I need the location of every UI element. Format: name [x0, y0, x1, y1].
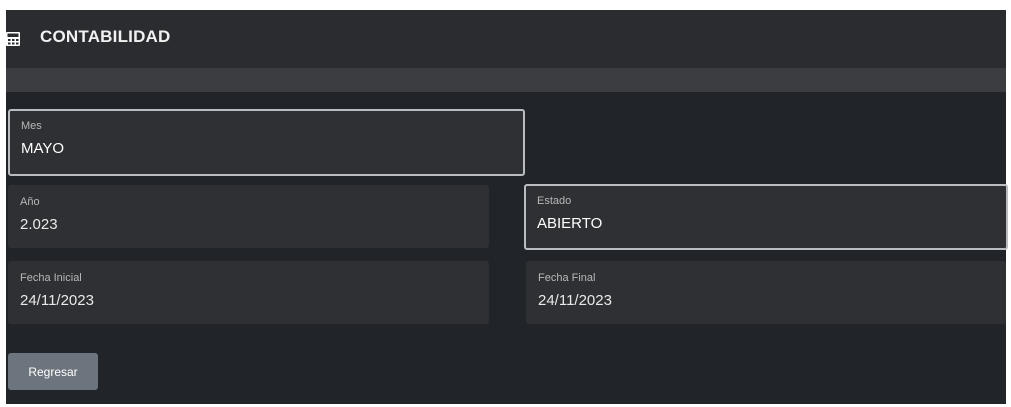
fecha-inicial-field[interactable]: Fecha Inicial 24/11/2023 [8, 261, 489, 324]
estado-value: ABIERTO [537, 215, 603, 232]
anio-field[interactable]: Año 2.023 [8, 185, 489, 248]
fecha-inicial-label: Fecha Inicial [20, 272, 82, 284]
fecha-final-field[interactable]: Fecha Final 24/11/2023 [526, 261, 1006, 324]
page-title: CONTABILIDAD [40, 27, 171, 46]
fecha-final-label: Fecha Final [538, 272, 596, 284]
mes-field[interactable]: Mes MAYO [8, 109, 525, 176]
anio-value: 2.023 [20, 216, 58, 233]
calculator-icon [6, 31, 22, 47]
sub-header-bar [6, 68, 1006, 92]
estado-label: Estado [537, 195, 572, 207]
app-frame: CONTABILIDAD Mes MAYO Año 2.023 Estado A… [6, 10, 1008, 404]
fecha-final-value: 24/11/2023 [538, 292, 612, 309]
anio-label: Año [20, 196, 40, 208]
regresar-button[interactable]: Regresar [8, 353, 98, 390]
estado-field[interactable]: Estado ABIERTO [524, 184, 1008, 250]
page-header: CONTABILIDAD [6, 10, 1006, 68]
mes-label: Mes [21, 120, 42, 132]
fecha-inicial-value: 24/11/2023 [20, 292, 94, 309]
mes-value: MAYO [21, 140, 65, 157]
